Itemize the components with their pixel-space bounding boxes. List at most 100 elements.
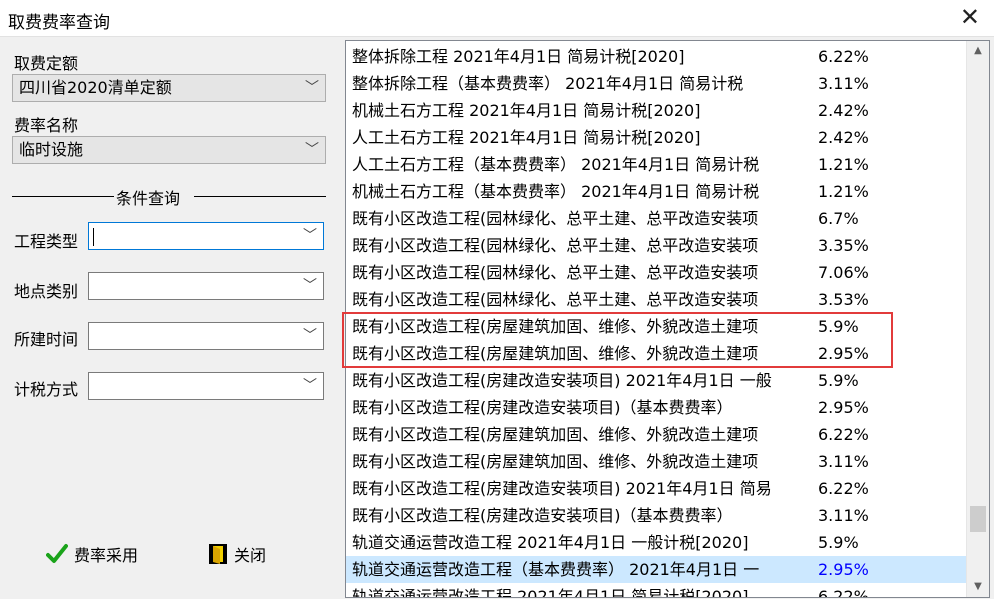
list-item-name: 人工土石方工程（基本费费率） 2021年4月1日 简易计税	[352, 155, 760, 174]
list-item-rate: 6.22%	[818, 479, 869, 498]
close-button[interactable]: 关闭	[208, 542, 266, 566]
list-item-rate: 2.95%	[818, 560, 869, 579]
project-type-select[interactable]: ﹀	[88, 222, 324, 250]
quota-select-value: 四川省2020清单定额	[19, 78, 172, 97]
quota-label: 取费定额	[14, 54, 79, 73]
list-item-name: 轨道交通运营改造工程 2021年4月1日 一般计税[2020]	[352, 533, 749, 552]
list-item-rate: 3.53%	[818, 290, 869, 309]
list-item[interactable]: 整体拆除工程（基本费费率） 2021年4月1日 简易计税 3.11%	[346, 70, 968, 97]
chevron-down-icon: ﹀	[303, 328, 317, 344]
list-item-name: 既有小区改造工程(房建改造安装项目)（基本费费率）	[352, 506, 733, 525]
list-item[interactable]: 既有小区改造工程(房屋建筑加固、维修、外貌改造土建项 3.11%	[346, 448, 968, 475]
list-item[interactable]: 既有小区改造工程(房屋建筑加固、维修、外貌改造土建项 6.22%	[346, 421, 968, 448]
list-item-name: 机械土石方工程（基本费费率） 2021年4月1日 简易计税	[352, 182, 760, 201]
list-item-rate: 3.11%	[818, 506, 869, 525]
rate-name-select[interactable]: 临时设施 ﹀	[12, 136, 326, 164]
list-item-name: 整体拆除工程 2021年4月1日 简易计税[2020]	[352, 47, 685, 66]
location-label: 地点类别	[14, 282, 79, 301]
list-item[interactable]: 人工土石方工程（基本费费率） 2021年4月1日 简易计税 1.21%	[346, 151, 968, 178]
list-item[interactable]: 轨道交通运营改造工程 2021年4月1日 一般计税[2020] 5.9%	[346, 529, 968, 556]
list-item-rate: 6.22%	[818, 425, 869, 444]
list-item[interactable]: 轨道交通运营改造工程 2021年4月1日 简易计税[2020] 6.22%	[346, 583, 968, 598]
close-button-label: 关闭	[234, 546, 267, 565]
list-item-name: 既有小区改造工程(房屋建筑加固、维修、外貌改造土建项	[352, 452, 759, 471]
quota-select[interactable]: 四川省2020清单定额 ﹀	[12, 74, 326, 102]
rate-list[interactable]: 整体拆除工程 2021年4月1日 简易计税[2020] 6.22% 整体拆除工程（基…	[345, 40, 990, 598]
list-item-rate: 1.21%	[818, 182, 869, 201]
list-item[interactable]: 机械土石方工程（基本费费率） 2021年4月1日 简易计税 1.21%	[346, 178, 968, 205]
built-time-label: 所建时间	[14, 330, 79, 349]
list-item-name: 既有小区改造工程(房建改造安装项目) 2021年4月1日 简易	[352, 479, 772, 498]
list-item[interactable]: 既有小区改造工程(园林绿化、总平土建、总平改造安装项 3.53%	[346, 286, 968, 313]
close-icon[interactable]: ✕	[960, 2, 980, 32]
list-item-name: 既有小区改造工程(房屋建筑加固、维修、外貌改造土建项	[352, 317, 759, 336]
list-item-rate: 5.9%	[818, 317, 859, 336]
list-item-name: 机械土石方工程 2021年4月1日 简易计税[2020]	[352, 101, 701, 120]
list-item-name: 既有小区改造工程(园林绿化、总平土建、总平改造安装项	[352, 209, 759, 228]
tax-method-label: 计税方式	[14, 380, 79, 399]
list-item-name: 整体拆除工程（基本费费率） 2021年4月1日 简易计税	[352, 74, 744, 93]
list-item-name: 人工土石方工程 2021年4月1日 简易计税[2020]	[352, 128, 701, 147]
vertical-scrollbar[interactable]: ▲ ▼	[966, 41, 989, 597]
list-item-rate: 6.22%	[818, 587, 869, 598]
list-item-name: 既有小区改造工程(房屋建筑加固、维修、外貌改造土建项	[352, 344, 759, 363]
chevron-down-icon: ﹀	[305, 80, 319, 96]
group-title: 条件查询	[114, 185, 183, 209]
text-caret	[93, 228, 94, 246]
group-divider-left	[12, 196, 114, 197]
list-item-rate: 6.7%	[818, 209, 859, 228]
list-item-rate: 5.9%	[818, 533, 859, 552]
group-divider-right	[194, 196, 326, 197]
list-item[interactable]: 轨道交通运营改造工程（基本费费率） 2021年4月1日 一 2.95%	[346, 556, 968, 583]
checkmark-icon	[46, 544, 68, 563]
list-item-rate: 2.95%	[818, 344, 869, 363]
exit-door-icon	[209, 544, 227, 564]
list-item-rate: 2.95%	[818, 398, 869, 417]
list-item-name: 既有小区改造工程(房建改造安装项目)（基本费费率）	[352, 398, 733, 417]
list-item[interactable]: 既有小区改造工程(园林绿化、总平土建、总平改造安装项 3.35%	[346, 232, 968, 259]
list-item-rate: 3.11%	[818, 452, 869, 471]
list-item[interactable]: 整体拆除工程 2021年4月1日 简易计税[2020] 6.22%	[346, 43, 968, 70]
list-item[interactable]: 既有小区改造工程(房建改造安装项目) 2021年4月1日 一般 5.9%	[346, 367, 968, 394]
adopt-rate-label: 费率采用	[74, 546, 139, 565]
rate-name-label: 费率名称	[14, 116, 79, 135]
scroll-down-arrow-icon[interactable]: ▼	[967, 577, 989, 597]
built-time-select[interactable]: ﹀	[88, 322, 324, 350]
list-item-rate: 2.42%	[818, 128, 869, 147]
rate-name-select-value: 临时设施	[19, 140, 84, 159]
scroll-thumb[interactable]	[970, 506, 986, 532]
list-item-rate: 3.35%	[818, 236, 869, 255]
tax-method-select[interactable]: ﹀	[88, 372, 324, 400]
chevron-down-icon: ﹀	[303, 228, 317, 244]
list-item[interactable]: 既有小区改造工程(园林绿化、总平土建、总平改造安装项 6.7%	[346, 205, 968, 232]
chevron-down-icon: ﹀	[303, 378, 317, 394]
list-item-rate: 1.21%	[818, 155, 869, 174]
chevron-down-icon: ﹀	[303, 278, 317, 294]
list-item-rate: 2.42%	[818, 101, 869, 120]
title-bar: 取费费率查询 ✕	[0, 0, 994, 36]
list-item-rate: 3.11%	[818, 74, 869, 93]
list-item-rate: 7.06%	[818, 263, 869, 282]
list-item[interactable]: 既有小区改造工程(房屋建筑加固、维修、外貌改造土建项 2.95%	[346, 340, 968, 367]
scroll-up-arrow-icon[interactable]: ▲	[967, 41, 989, 61]
location-select[interactable]: ﹀	[88, 272, 324, 300]
list-item[interactable]: 既有小区改造工程(房屋建筑加固、维修、外貌改造土建项 5.9%	[346, 313, 968, 340]
list-item[interactable]: 既有小区改造工程(房建改造安装项目) 2021年4月1日 简易 6.22%	[346, 475, 968, 502]
list-item-name: 既有小区改造工程(园林绿化、总平土建、总平改造安装项	[352, 290, 759, 309]
list-item-name: 轨道交通运营改造工程（基本费费率） 2021年4月1日 一	[352, 560, 760, 579]
project-type-label: 工程类型	[14, 232, 79, 251]
adopt-rate-button[interactable]: 费率采用	[46, 542, 138, 566]
chevron-down-icon: ﹀	[305, 142, 319, 158]
list-item[interactable]: 既有小区改造工程(房建改造安装项目)（基本费费率） 2.95%	[346, 394, 968, 421]
list-item[interactable]: 既有小区改造工程(房建改造安装项目)（基本费费率） 3.11%	[346, 502, 968, 529]
list-item[interactable]: 既有小区改造工程(园林绿化、总平土建、总平改造安装项 7.06%	[346, 259, 968, 286]
list-item-rate: 6.22%	[818, 47, 869, 66]
list-item-rate: 5.9%	[818, 371, 859, 390]
list-item-name: 既有小区改造工程(园林绿化、总平土建、总平改造安装项	[352, 236, 759, 255]
window-title: 取费费率查询	[8, 13, 110, 33]
list-item-name: 既有小区改造工程(房建改造安装项目) 2021年4月1日 一般	[352, 371, 772, 390]
list-item[interactable]: 机械土石方工程 2021年4月1日 简易计税[2020] 2.42%	[346, 97, 968, 124]
list-item-name: 既有小区改造工程(园林绿化、总平土建、总平改造安装项	[352, 263, 759, 282]
list-item[interactable]: 人工土石方工程 2021年4月1日 简易计税[2020] 2.42%	[346, 124, 968, 151]
list-item-name: 轨道交通运营改造工程 2021年4月1日 简易计税[2020]	[352, 587, 749, 598]
